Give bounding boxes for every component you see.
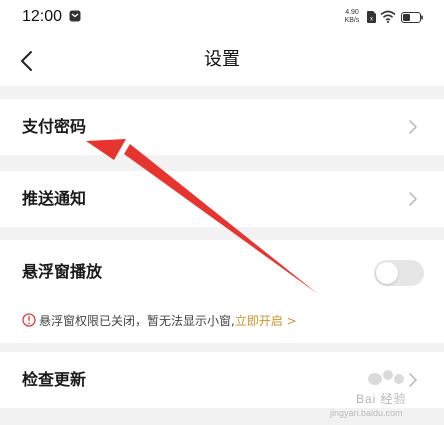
wifi-icon [380,10,396,23]
toggle-knob [376,262,398,284]
settings-item-label: 推送通知 [22,189,87,208]
sim-icon: x [367,11,376,23]
header-bar: 设置 [0,36,444,86]
page-title: 设置 [204,49,240,70]
chevron-right-icon [409,120,417,134]
settings-item-label: 悬浮窗播放 [22,262,103,281]
chevron-right-icon [409,192,417,206]
floating-window-warning: 悬浮窗权限已关闭，暂无法显示小窗, 立即开启 > [22,310,297,330]
message-icon [69,10,81,22]
net-speed-unit: KB/s [344,17,360,24]
watermark-brand: Bai 经验 [356,392,407,406]
settings-item-label: 支付密码 [22,117,87,136]
status-bar: 12:00 4.90 KB/s x [0,0,444,36]
net-speed-value: 4.90 [345,9,359,16]
warning-icon [22,313,36,327]
battery-icon [401,12,423,23]
net-speed: 4.90 KB/s [341,9,363,25]
watermark-url: jingyan.baidu.com [330,408,403,418]
enable-now-link[interactable]: 立即开启 > [235,312,297,329]
svg-text:x: x [370,17,373,23]
floating-window-toggle[interactable] [374,260,424,286]
warning-text: 悬浮窗权限已关闭，暂无法显示小窗, [39,313,235,328]
settings-item-payment-password[interactable]: 支付密码 [0,99,444,155]
settings-item-push-notification[interactable]: 推送通知 [0,171,444,227]
status-time: 12:00 [22,8,63,25]
chevron-right-icon [409,373,417,387]
settings-item-floating-window: 悬浮窗播放 悬浮窗权限已关闭，暂无法显示小窗, 立即开启 > [0,240,444,343]
settings-item-label: 检查更新 [22,370,87,389]
